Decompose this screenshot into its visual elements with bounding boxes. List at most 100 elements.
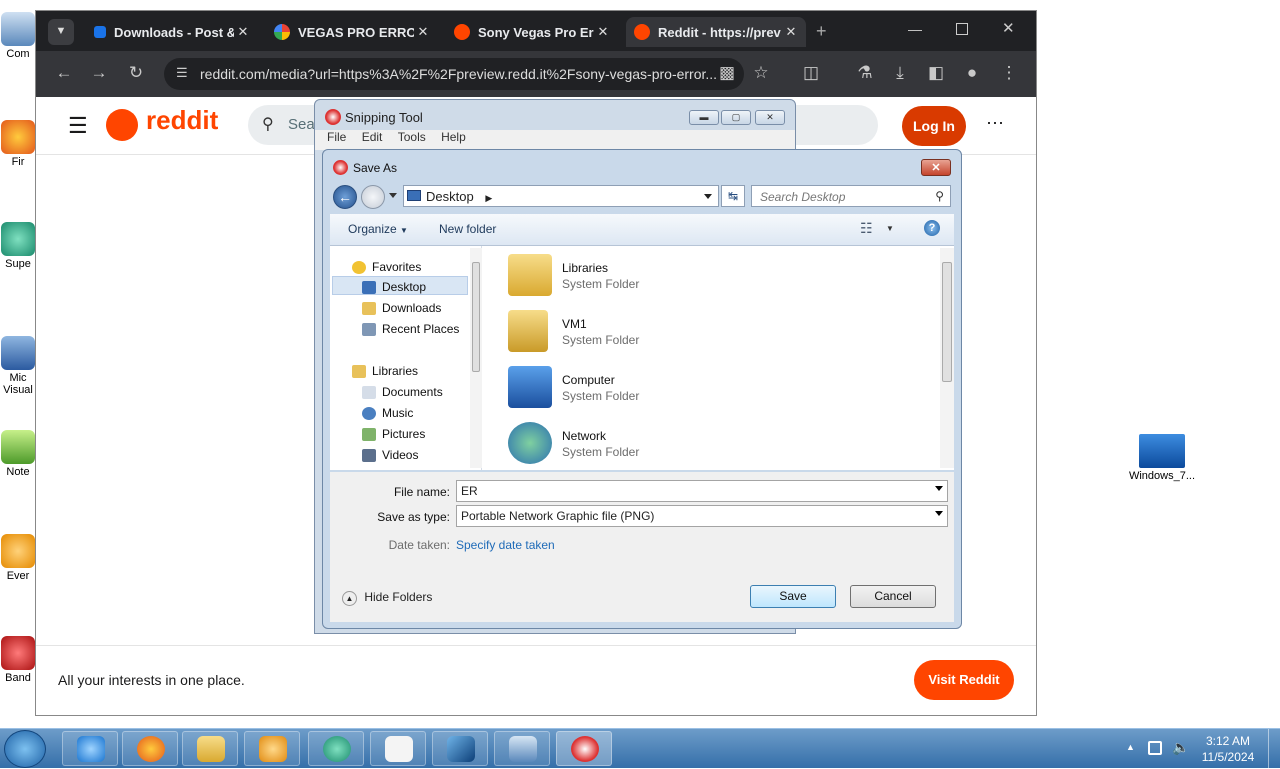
desktop-icon-notepad[interactable]: Note (0, 430, 40, 478)
search-desktop-input[interactable]: Search Desktop ⚲ (751, 185, 951, 207)
side-panel-icon[interactable]: ◧ (925, 63, 947, 83)
nav-desktop[interactable]: Desktop (362, 280, 426, 294)
menu-dots-icon[interactable]: ⋮ (998, 63, 1020, 83)
specify-date-taken-link[interactable]: Specify date taken (456, 538, 555, 552)
bookmark-star-icon[interactable]: ☆ (750, 63, 772, 83)
minimize-icon[interactable]: ▬ (689, 110, 719, 125)
refresh-icon[interactable]: ↹ (721, 185, 745, 207)
breadcrumb-desktop[interactable]: Desktop (426, 189, 474, 204)
address-bar[interactable]: ☰ reddit.com/media?url=https%3A%2F%2Fpre… (164, 58, 744, 90)
breadcrumb-chevron-icon[interactable]: ▶ (485, 193, 492, 203)
location-breadcrumb[interactable]: Desktop ▶ (403, 185, 719, 207)
close-icon[interactable]: ✕ (755, 110, 785, 125)
desktop-icon-ever[interactable]: Ever (0, 534, 40, 582)
minimize-icon[interactable]: — (908, 21, 922, 37)
hamburger-menu-icon[interactable]: ☰ (68, 113, 88, 139)
nav-scrollbar[interactable] (470, 248, 482, 468)
close-window-icon[interactable]: ✕ (1002, 19, 1015, 37)
show-desktop-button[interactable] (1268, 729, 1280, 769)
menu-tools[interactable]: Tools (398, 130, 426, 144)
desktop-icon-windows7[interactable]: Windows_7... (1124, 434, 1200, 482)
taskbar-media-player[interactable] (244, 731, 300, 766)
taskbar-fx[interactable] (370, 731, 426, 766)
recent-locations-chevron-icon[interactable] (389, 193, 397, 198)
labs-flask-icon[interactable]: ⚗ (854, 63, 876, 83)
menu-file[interactable]: File (327, 130, 346, 144)
content-scrollbar[interactable] (940, 248, 954, 468)
tab-sony-vegas[interactable]: Sony Vegas Pro Error ✕ (446, 17, 618, 47)
taskbar-explorer[interactable] (182, 731, 238, 766)
show-hidden-icons[interactable]: ▲ (1126, 742, 1135, 752)
file-name-field[interactable]: ER (456, 480, 948, 502)
help-icon[interactable]: ? (924, 220, 940, 236)
back-icon[interactable]: ← (53, 63, 75, 83)
maximize-icon[interactable]: ▢ (721, 110, 751, 125)
nav-favorites[interactable]: Favorites (352, 260, 421, 274)
save-as-type-select[interactable]: Portable Network Graphic file (PNG) (456, 505, 948, 527)
taskbar-vegas[interactable] (432, 731, 488, 766)
scrollbar-thumb[interactable] (472, 262, 480, 372)
nav-music[interactable]: Music (362, 406, 413, 420)
tab-reddit[interactable]: Reddit - https://prev ✕ (626, 17, 806, 47)
forward-icon[interactable] (361, 185, 385, 209)
dropdown-chevron-icon[interactable] (704, 194, 712, 199)
hide-folders-button[interactable]: ▲ Hide Folders (342, 590, 432, 606)
taskbar-clock[interactable]: 3:12 AM 11/5/2024 (1198, 733, 1258, 765)
reddit-logo-icon[interactable] (106, 109, 138, 141)
taskbar-app[interactable] (308, 731, 364, 766)
snipping-menu-bar: File Edit Tools Help (315, 130, 795, 150)
change-view-icon[interactable]: ☷ (860, 220, 873, 237)
taskbar-snipping-tool[interactable] (556, 731, 612, 766)
reddit-wordmark[interactable]: reddit (146, 105, 218, 136)
nav-downloads[interactable]: Downloads (362, 301, 441, 315)
maximize-icon[interactable] (956, 23, 968, 35)
new-folder-button[interactable]: New folder (439, 222, 496, 236)
visit-reddit-button[interactable]: Visit Reddit (914, 660, 1014, 700)
nav-documents[interactable]: Documents (362, 385, 443, 399)
nav-recent-places[interactable]: Recent Places (362, 322, 459, 336)
menu-help[interactable]: Help (441, 130, 466, 144)
start-button[interactable] (4, 730, 46, 768)
taskbar-internet-explorer[interactable] (62, 731, 118, 766)
close-icon[interactable]: ✕ (594, 24, 612, 40)
desktop-icon-firefox[interactable]: Fir (0, 120, 40, 168)
organize-button[interactable]: Organize ▼ (348, 222, 408, 236)
tab-downloads[interactable]: Downloads - Post & ✕ (86, 17, 258, 47)
desktop-icon-super[interactable]: Supe (0, 222, 40, 270)
tab-search-button[interactable]: ▼ (48, 19, 74, 45)
view-options-chevron-icon[interactable]: ▼ (886, 224, 894, 233)
nav-libraries[interactable]: Libraries (352, 364, 418, 378)
close-icon[interactable]: ✕ (234, 24, 252, 40)
nav-pictures[interactable]: Pictures (362, 427, 425, 441)
downloads-folder-icon (362, 302, 376, 315)
profile-avatar-icon[interactable]: ● (961, 63, 983, 83)
taskbar-firefox[interactable] (122, 731, 178, 766)
tab-vegas-pro-error[interactable]: VEGAS PRO ERROR ✕ (266, 17, 438, 47)
close-icon[interactable]: ✕ (414, 24, 432, 40)
forward-icon[interactable]: → (88, 63, 110, 83)
close-icon[interactable]: ✕ (921, 159, 951, 176)
desktop-icon-band[interactable]: Band (0, 636, 40, 684)
downloads-icon[interactable]: ⤓ (889, 63, 911, 83)
back-icon[interactable]: ← (333, 185, 357, 209)
close-icon[interactable]: ✕ (782, 24, 800, 40)
desktop-icon-computer[interactable]: Com (0, 12, 40, 60)
chevron-down-icon[interactable] (935, 511, 943, 516)
install-app-icon[interactable]: ▩ (716, 63, 738, 83)
cancel-button[interactable]: Cancel (850, 585, 936, 608)
network-status-icon[interactable] (1148, 741, 1162, 755)
new-tab-button[interactable]: + (816, 21, 827, 42)
desktop-icon-visual[interactable]: Mic Visual (0, 336, 40, 396)
scrollbar-thumb[interactable] (942, 262, 952, 382)
nav-videos[interactable]: Videos (362, 448, 418, 462)
chevron-down-icon[interactable] (935, 486, 943, 491)
site-settings-icon[interactable]: ☰ (176, 65, 188, 81)
reload-icon[interactable]: ↻ (125, 63, 147, 83)
menu-edit[interactable]: Edit (362, 130, 383, 144)
volume-muted-icon[interactable]: 🔈 (1172, 739, 1189, 756)
taskbar-remote[interactable] (494, 731, 550, 766)
save-button[interactable]: Save (750, 585, 836, 608)
more-options-icon[interactable]: ⋯ (986, 113, 1004, 134)
extensions-icon[interactable]: ◫ (800, 63, 822, 83)
login-button[interactable]: Log In (902, 106, 966, 146)
